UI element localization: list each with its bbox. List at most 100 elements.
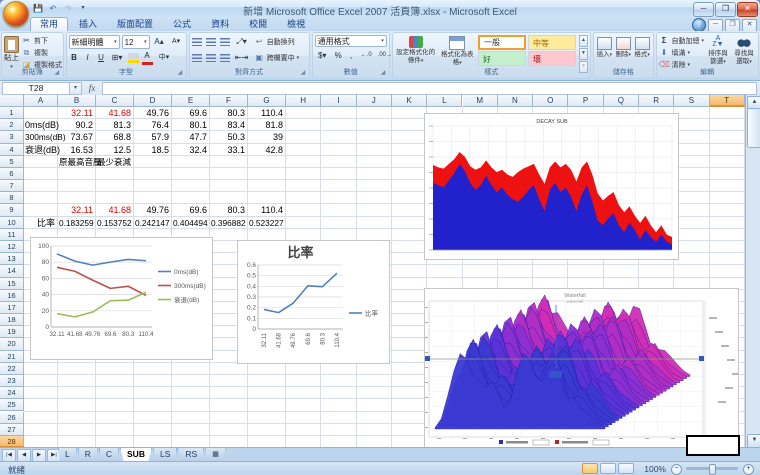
autosum-button[interactable]: Σ自動加總▾	[659, 35, 705, 46]
close-button[interactable]: ✕	[737, 2, 758, 17]
row-header-9[interactable]: 9	[0, 204, 24, 216]
font-size-combo[interactable]: 12▾	[122, 35, 150, 49]
conditional-formatting-button[interactable]: 設定格式化的條件▾	[395, 35, 437, 65]
column-header-N[interactable]: N	[498, 95, 533, 107]
row-header-13[interactable]: 13	[0, 253, 24, 265]
row-header-7[interactable]: 7	[0, 180, 24, 192]
ribbon-tab-5[interactable]: 校閱	[240, 17, 276, 31]
border-button[interactable]: ⊞▾	[110, 51, 125, 65]
shrink-font-button[interactable]: A▾	[169, 35, 184, 49]
column-header-G[interactable]: G	[248, 95, 286, 107]
row-header-17[interactable]: 17	[0, 302, 24, 314]
row-header-14[interactable]: 14	[0, 265, 24, 277]
ribbon-tab-4[interactable]: 資料	[202, 17, 238, 31]
zoom-level[interactable]: 100%	[644, 464, 666, 474]
wrap-text-button[interactable]: ↩自動換列	[254, 37, 295, 48]
insert-cells-button[interactable]: 插入▾	[596, 35, 613, 59]
grid-cell-D9[interactable]: 49.76	[135, 205, 169, 215]
grid-cell-C5[interactable]: 最少衰減	[97, 157, 131, 167]
chart-waterfall[interactable]: Waterfallwaterfall	[424, 288, 739, 448]
selection-box[interactable]	[686, 435, 740, 456]
paste-button[interactable]: 貼上 ▾	[4, 35, 19, 71]
chart-ratio[interactable]: 比率00.10.20.30.40.50.632.1141.6849.7669.6…	[237, 240, 390, 364]
grid-cell-A3[interactable]: 300ms(dB)	[25, 132, 55, 142]
grid-cell-E10[interactable]: 0.404494	[173, 218, 207, 228]
row-header-4[interactable]: 4	[0, 144, 24, 156]
grid-cell-C9[interactable]: 41.68	[97, 205, 131, 215]
fill-color-button[interactable]	[128, 53, 139, 63]
scroll-down-icon[interactable]: ▼	[747, 434, 760, 448]
indent-buttons[interactable]: ⇤⇥	[234, 51, 250, 65]
column-header-M[interactable]: M	[463, 95, 498, 107]
row-header-1[interactable]: 1	[0, 107, 24, 119]
office-button[interactable]	[3, 1, 29, 27]
sheet-tab-R[interactable]: R	[78, 448, 98, 462]
gallery-down-icon[interactable]: ▼	[579, 48, 588, 60]
align-bottom-icon[interactable]	[220, 38, 230, 46]
normal-view-icon[interactable]	[582, 463, 598, 474]
column-header-C[interactable]: C	[96, 95, 134, 107]
column-header-Q[interactable]: Q	[604, 95, 639, 107]
style-neutral[interactable]: 中等	[528, 35, 576, 50]
grid-cell-E1[interactable]: 69.6	[173, 108, 207, 118]
column-header-H[interactable]: H	[286, 95, 321, 107]
name-box[interactable]: T28	[2, 82, 70, 95]
grid-cell-D1[interactable]: 49.76	[135, 108, 169, 118]
row-header-27[interactable]: 27	[0, 424, 24, 436]
select-all-corner[interactable]	[0, 95, 24, 107]
copy-button[interactable]: ⧉複製	[21, 47, 62, 58]
workbook-close-button[interactable]: ✕	[742, 19, 757, 32]
find-select-button[interactable]: 尋找與選取▾	[732, 35, 756, 66]
column-header-P[interactable]: P	[568, 95, 603, 107]
decrease-decimal-button[interactable]: .00→	[377, 49, 392, 63]
align-center-icon[interactable]	[206, 54, 216, 62]
grow-font-button[interactable]: A▴	[152, 35, 167, 49]
row-header-23[interactable]: 23	[0, 375, 24, 387]
ribbon-tab-6[interactable]: 檢視	[278, 17, 314, 31]
grid-cell-B10[interactable]: 0.183259	[59, 218, 93, 228]
grid-cell-C10[interactable]: 0.153752	[97, 218, 131, 228]
delete-cells-button[interactable]: 刪除▾	[615, 35, 632, 59]
minimize-button[interactable]: ─	[693, 2, 714, 17]
sheet-tab-SUB[interactable]: SUB	[120, 448, 152, 462]
grid-cell-C1[interactable]: 41.68	[97, 108, 131, 118]
grid-cell-G4[interactable]: 42.8	[249, 145, 283, 155]
grid-cell-A4[interactable]: 衰退(dB)	[25, 145, 55, 155]
comma-button[interactable]: ,	[347, 49, 356, 63]
sort-filter-button[interactable]: AZ▼ 排序與篩選▾	[706, 35, 730, 66]
increase-decimal-button[interactable]: ←.0	[359, 49, 374, 63]
workbook-minimize-button[interactable]: ─	[708, 19, 723, 32]
grid-cell-E2[interactable]: 80.1	[173, 120, 207, 130]
grid-cell-D4[interactable]: 18.5	[135, 145, 169, 155]
column-header-O[interactable]: O	[533, 95, 568, 107]
column-header-T[interactable]: T	[710, 95, 745, 107]
row-header-22[interactable]: 22	[0, 363, 24, 375]
grid-cell-B2[interactable]: 90.2	[59, 120, 93, 130]
row-header-21[interactable]: 21	[0, 351, 24, 363]
insert-function-icon[interactable]: fx	[82, 83, 102, 93]
column-header-F[interactable]: F	[210, 95, 248, 107]
row-header-3[interactable]: 3	[0, 131, 24, 143]
column-header-B[interactable]: B	[58, 95, 96, 107]
row-header-5[interactable]: 5	[0, 156, 24, 168]
grid-cell-F10[interactable]: 0.396882	[211, 218, 245, 228]
grid-cell-F4[interactable]: 33.1	[211, 145, 245, 155]
grid-cell-F3[interactable]: 50.3	[211, 132, 245, 142]
grid-cell-F9[interactable]: 80.3	[211, 205, 245, 215]
zoom-out-icon[interactable]: −	[671, 464, 682, 475]
format-cells-button[interactable]: 格式▾	[634, 35, 651, 59]
number-format-combo[interactable]: 通用格式▾	[315, 35, 387, 47]
row-header-8[interactable]: 8	[0, 192, 24, 204]
format-as-table-button[interactable]: 格式化為表格▾	[439, 35, 475, 67]
orientation-button[interactable]: ⤢▾	[234, 35, 250, 49]
gallery-up-icon[interactable]: ▲	[579, 35, 588, 47]
ribbon-tab-2[interactable]: 版面配置	[108, 17, 162, 31]
grid-cell-G1[interactable]: 110.4	[249, 108, 283, 118]
grid-cell-G10[interactable]: 0.523227	[249, 218, 283, 228]
grid-cell-E9[interactable]: 69.6	[173, 205, 207, 215]
column-header-I[interactable]: I	[321, 95, 356, 107]
font-color-button[interactable]: A	[142, 52, 153, 65]
grid-cell-D10[interactable]: 0.242147	[135, 218, 169, 228]
row-header-12[interactable]: 12	[0, 241, 24, 253]
grid-cell-E4[interactable]: 32.4	[173, 145, 207, 155]
